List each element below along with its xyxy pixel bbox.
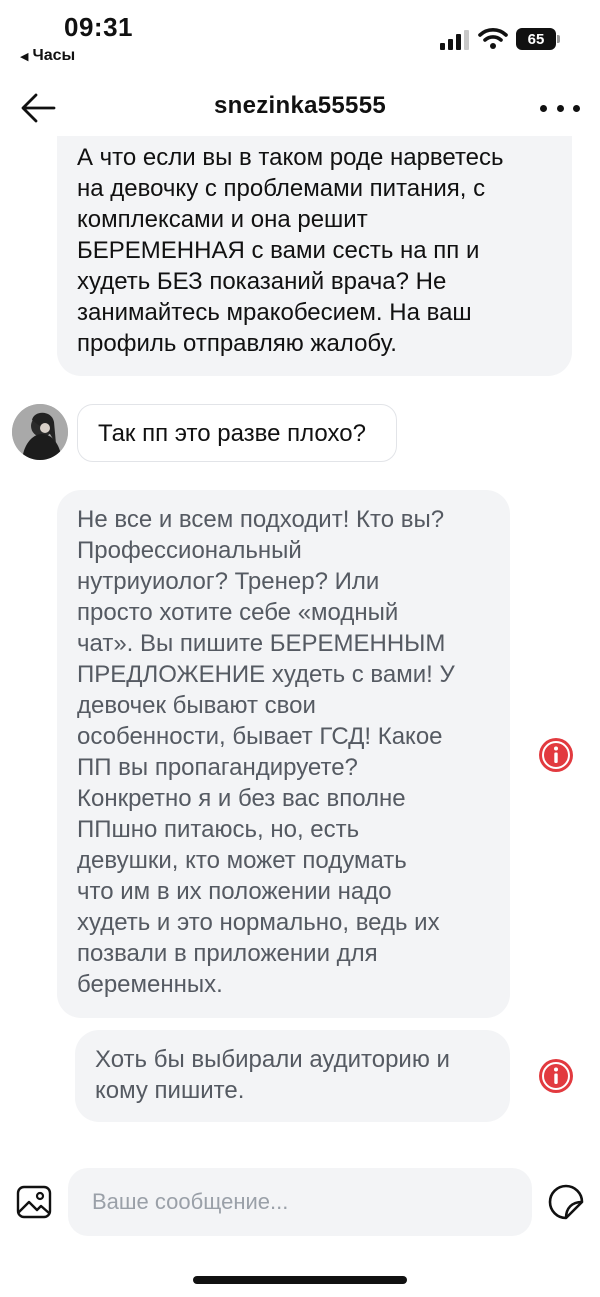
back-app-label: Часы <box>32 47 76 64</box>
more-horizontal-icon[interactable] <box>540 94 580 122</box>
message-text: Не все и всем подходит! Кто вы? Професси… <box>77 506 455 998</box>
error-info-icon[interactable] <box>538 737 574 773</box>
chat-header: snezinka55555 <box>0 80 600 136</box>
status-bar: 09:31 ◀ Часы 65 <box>0 0 600 80</box>
message-text: Так пп это разве плохо? <box>98 420 366 447</box>
message-text: А что если вы в таком роде нарветесь на … <box>77 144 504 357</box>
avatar[interactable] <box>12 404 68 460</box>
battery-icon: 65 <box>516 28 560 50</box>
status-time: 09:31 <box>64 12 133 42</box>
message-bubble-own-failed[interactable]: Хоть бы выбирали аудиторию и кому пишите… <box>75 1030 510 1122</box>
chat-title[interactable]: snezinka55555 <box>0 92 600 120</box>
back-triangle-icon: ◀ <box>20 50 29 63</box>
cellular-signal-icon <box>440 30 469 50</box>
battery-level: 65 <box>516 28 556 50</box>
sticker-icon[interactable] <box>546 1182 586 1222</box>
message-composer <box>0 1168 600 1238</box>
wifi-icon <box>478 28 508 49</box>
message-text: Хоть бы выбирали аудиторию и кому пишите… <box>95 1046 450 1104</box>
image-gallery-icon[interactable] <box>16 1184 52 1220</box>
home-indicator[interactable] <box>193 1276 407 1284</box>
message-input[interactable] <box>68 1168 532 1236</box>
message-bubble-incoming[interactable]: Так пп это разве плохо? <box>77 404 397 462</box>
avatar-photo <box>12 404 68 460</box>
message-bubble-own[interactable]: А что если вы в таком роде нарветесь на … <box>57 136 572 376</box>
error-info-icon[interactable] <box>538 1058 574 1094</box>
message-bubble-own-failed[interactable]: Не все и всем подходит! Кто вы? Професси… <box>57 490 510 1018</box>
back-to-app-link[interactable]: ◀ Часы <box>20 47 75 65</box>
